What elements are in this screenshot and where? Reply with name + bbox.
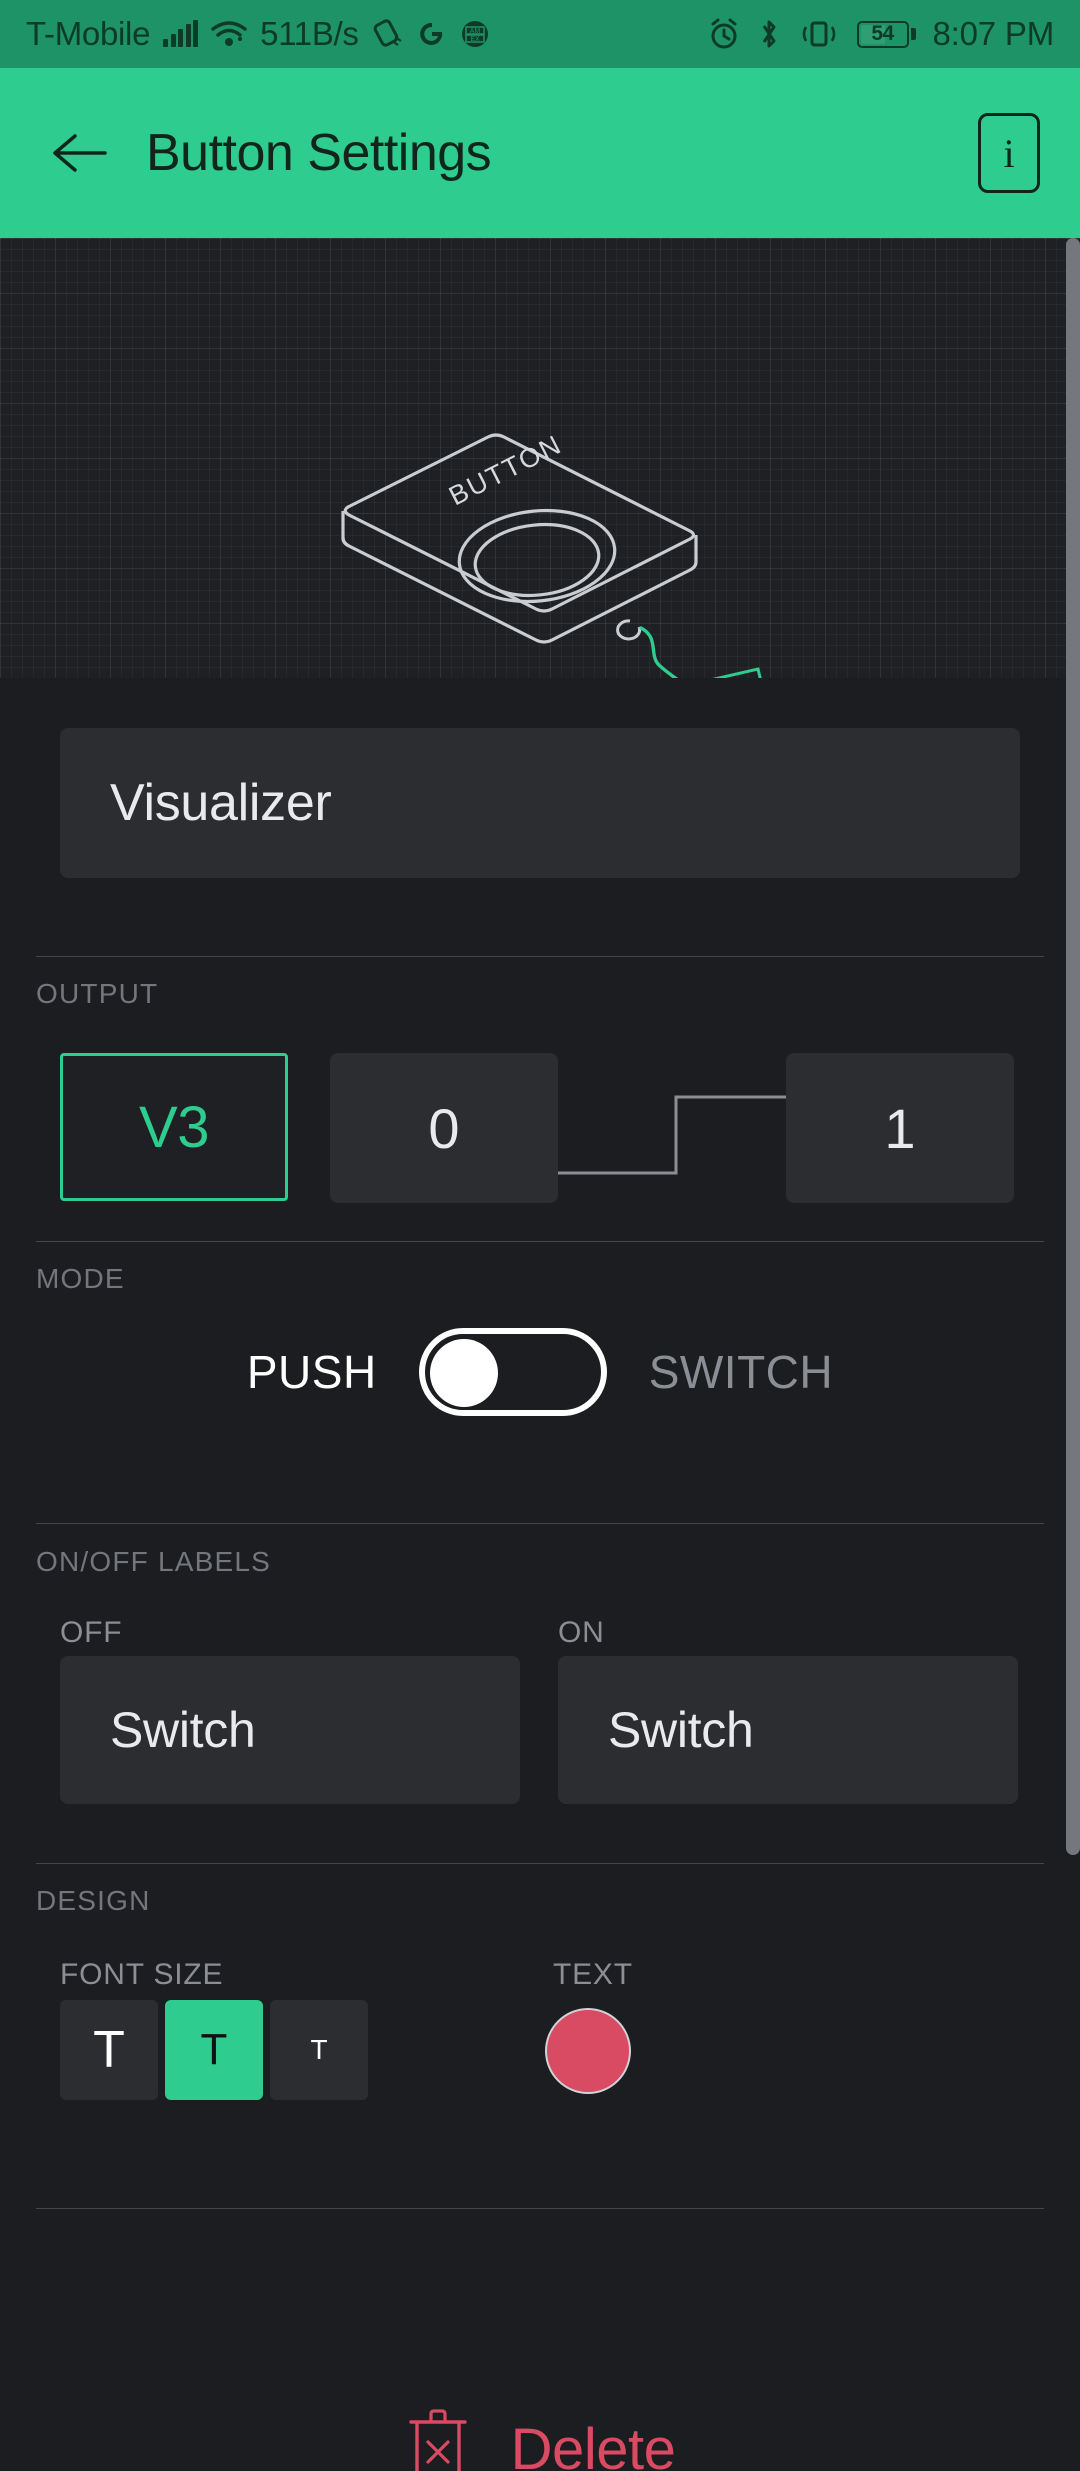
divider-mode [36,1241,1044,1242]
font-size-medium-glyph: T [200,2025,228,2074]
network-speed-label: 511B/s [260,15,359,52]
page-title: Button Settings [146,124,492,182]
font-size-large-glyph: T [93,2021,125,2079]
divider-design [36,1863,1044,1864]
on-caption: ON [558,1616,605,1649]
output-low-value-input[interactable]: 0 [330,1053,558,1203]
google-icon [419,22,442,45]
status-bar: T-Mobile 511B/s AM EX 54 8:07 PM [0,0,1080,68]
font-size-caption: FONT SIZE [60,1958,224,1991]
back-button[interactable] [40,113,120,193]
app-bar: Button Settings i [0,68,1080,238]
status-bar-left: T-Mobile 511B/s AM EX [26,15,490,53]
trash-x-icon [408,2409,467,2471]
off-label-value: Switch [110,1702,256,1758]
info-button-label: i [1003,130,1015,176]
delete-button[interactable]: Delete [0,2408,1080,2471]
output-low-value: 0 [428,1096,460,1160]
divider-output [36,956,1044,957]
bluetooth-icon [762,20,775,48]
app-screen: T-Mobile 511B/s AM EX 54 8:07 PM Button … [0,0,1080,2471]
battery-percent-label: 54 [871,22,894,45]
divider-onoff [36,1523,1044,1524]
widget-name-value: Visualizer [110,774,332,832]
output-pin-value: V3 [139,1094,209,1160]
mode-toggle[interactable] [418,1328,607,1416]
device-illustration: BUTTON PIN [0,238,1080,678]
on-label-value: Switch [608,1702,754,1758]
off-label-input[interactable]: Switch [60,1656,520,1804]
font-size-large-button[interactable]: T [60,2000,158,2100]
delete-label: Delete [510,2416,676,2471]
section-label-onoff: ON/OFF LABELS [36,1546,271,1577]
mode-toggle-knob [429,1339,498,1407]
font-size-small-glyph: T [310,2034,328,2065]
amex-icon: AM EX [461,21,488,47]
alarm-icon [711,18,736,49]
output-high-value: 1 [884,1096,916,1160]
info-button[interactable]: i [978,113,1040,193]
nfc-icon [373,19,402,47]
widget-name-input[interactable]: Visualizer [60,728,1020,878]
text-color-caption: TEXT [553,1958,633,1991]
section-label-output: OUTPUT [36,978,159,1009]
font-size-medium-button[interactable]: T [165,2000,263,2100]
section-label-design: DESIGN [36,1885,151,1916]
device-label: BUTTON [444,429,567,511]
output-pin-selector[interactable]: V3 [60,1053,288,1201]
font-size-small-button[interactable]: T [270,2000,368,2100]
arrow-left-icon [53,134,107,172]
mode-toggle-row: PUSH SWITCH [0,1328,1080,1416]
settings-content: Visualizer OUTPUT V3 0 1 MODE PUSH SWITC… [0,238,1080,2471]
svg-text:EX: EX [470,36,480,43]
mode-label-push[interactable]: PUSH [247,1345,377,1399]
wifi-icon [211,21,247,46]
clock-label: 8:07 PM [932,15,1055,52]
divider-delete [36,2208,1044,2209]
step-waveform-icon [558,1095,786,1175]
svg-text:AM: AM [469,28,480,35]
off-caption: OFF [60,1616,123,1649]
mode-label-switch[interactable]: SWITCH [649,1345,833,1399]
pin-label-box [712,667,762,678]
on-label-input[interactable]: Switch [558,1656,1018,1804]
vertical-scrollbar[interactable] [1066,238,1080,1855]
section-label-mode: MODE [36,1263,125,1294]
output-high-value-input[interactable]: 1 [786,1053,1014,1203]
carrier-label: T-Mobile [26,15,151,52]
status-bar-right: 54 8:07 PM [708,15,1055,53]
pin-wire [639,626,679,678]
text-color-swatch[interactable] [545,2008,631,2094]
signal-bars-icon [163,20,199,47]
battery-icon: 54 [856,20,916,48]
vibrate-icon [802,21,835,47]
